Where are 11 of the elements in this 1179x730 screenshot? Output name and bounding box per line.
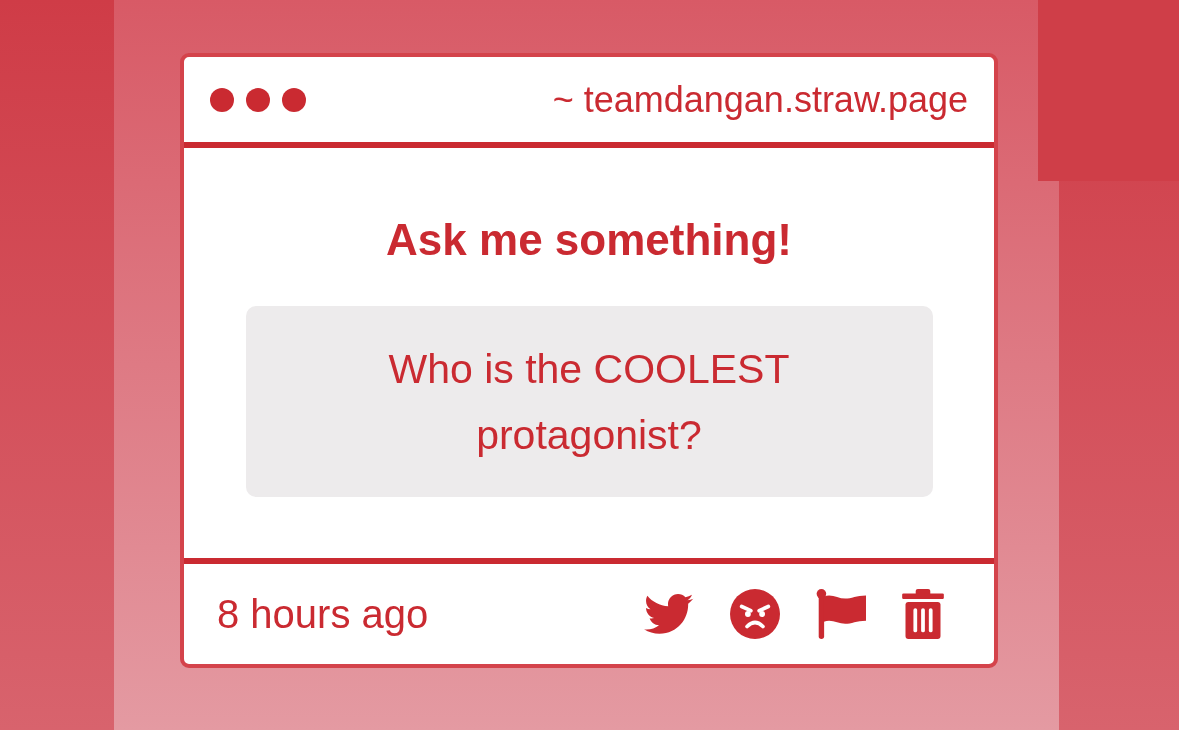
dot-icon bbox=[282, 87, 306, 112]
bird-icon[interactable] bbox=[644, 593, 694, 635]
dot-icon bbox=[246, 87, 270, 112]
trash-icon[interactable] bbox=[902, 589, 944, 639]
time-text: 8 hours ago bbox=[217, 591, 429, 637]
angry-face-icon[interactable] bbox=[730, 589, 780, 639]
question-text: Who is the COOLEST protagonist? bbox=[387, 344, 791, 460]
prompt-title: Ask me something! bbox=[386, 214, 792, 266]
dot-icon bbox=[210, 87, 234, 112]
flag-icon[interactable] bbox=[816, 589, 866, 639]
address-text: ~ teamdangan.straw.page bbox=[552, 78, 968, 121]
